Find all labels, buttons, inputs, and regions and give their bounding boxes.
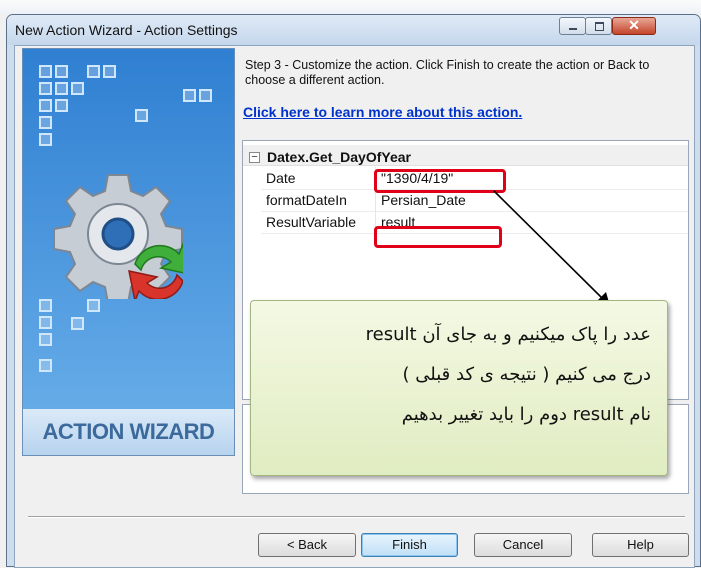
close-button[interactable]: ✕ bbox=[612, 17, 656, 35]
property-group-header[interactable]: − Datex.Get_DayOfYear bbox=[243, 145, 688, 166]
banner-square bbox=[39, 65, 52, 78]
banner-square bbox=[71, 317, 84, 330]
banner-square bbox=[39, 82, 52, 95]
banner-square bbox=[39, 316, 52, 329]
banner-square bbox=[71, 82, 84, 95]
property-value-field[interactable]: Persian_Date bbox=[381, 192, 466, 208]
back-button[interactable]: < Back bbox=[258, 533, 356, 557]
banner-square bbox=[87, 65, 100, 78]
banner-square bbox=[39, 116, 52, 129]
banner-square bbox=[135, 109, 148, 122]
banner-square bbox=[87, 299, 100, 312]
banner-square bbox=[39, 299, 52, 312]
banner-square bbox=[39, 99, 52, 112]
callout-line: درج می کنیم ( نتیجه ی کد قبلی ) bbox=[402, 364, 651, 385]
property-name: Date bbox=[266, 170, 296, 186]
banner-square bbox=[183, 89, 196, 102]
wizard-banner: ACTION WIZARD bbox=[22, 48, 235, 456]
learn-more-link[interactable]: Click here to learn more about this acti… bbox=[243, 104, 522, 120]
button-separator bbox=[28, 516, 685, 518]
cancel-button[interactable]: Cancel bbox=[474, 533, 572, 557]
finish-button[interactable]: Finish bbox=[361, 533, 458, 557]
background-app-strip bbox=[0, 0, 701, 14]
help-button[interactable]: Help bbox=[592, 533, 689, 557]
property-name: ResultVariable bbox=[266, 214, 357, 230]
highlight-result-value bbox=[374, 226, 502, 248]
annotation-callout: عدد را پاک میکنیم و به جای آن result درج… bbox=[250, 300, 668, 476]
banner-square bbox=[103, 65, 116, 78]
banner-title: ACTION WIZARD bbox=[23, 409, 234, 455]
window-title: New Action Wizard - Action Settings bbox=[15, 22, 238, 38]
property-name: formatDateIn bbox=[266, 192, 347, 208]
step-instructions: Step 3 - Customize the action. Click Fin… bbox=[245, 58, 650, 87]
banner-square bbox=[39, 359, 52, 372]
highlight-date-value bbox=[374, 169, 506, 193]
close-icon: ✕ bbox=[628, 17, 640, 33]
maximize-button[interactable] bbox=[585, 17, 612, 35]
banner-square bbox=[39, 333, 52, 346]
banner-square bbox=[55, 65, 68, 78]
gear-refresh-icon bbox=[53, 174, 183, 299]
callout-line: عدد را پاک میکنیم و به جای آن result bbox=[365, 324, 651, 345]
minimize-button[interactable] bbox=[559, 17, 586, 35]
collapse-icon[interactable]: − bbox=[249, 152, 260, 163]
banner-square bbox=[199, 89, 212, 102]
banner-square bbox=[55, 82, 68, 95]
property-group-name: Datex.Get_DayOfYear bbox=[267, 149, 411, 165]
banner-square bbox=[55, 99, 68, 112]
callout-line: نام result دوم را باید تغییر بدهیم bbox=[401, 404, 651, 425]
banner-square bbox=[39, 133, 52, 146]
title-bar[interactable]: New Action Wizard - Action Settings ✕ bbox=[7, 15, 700, 45]
